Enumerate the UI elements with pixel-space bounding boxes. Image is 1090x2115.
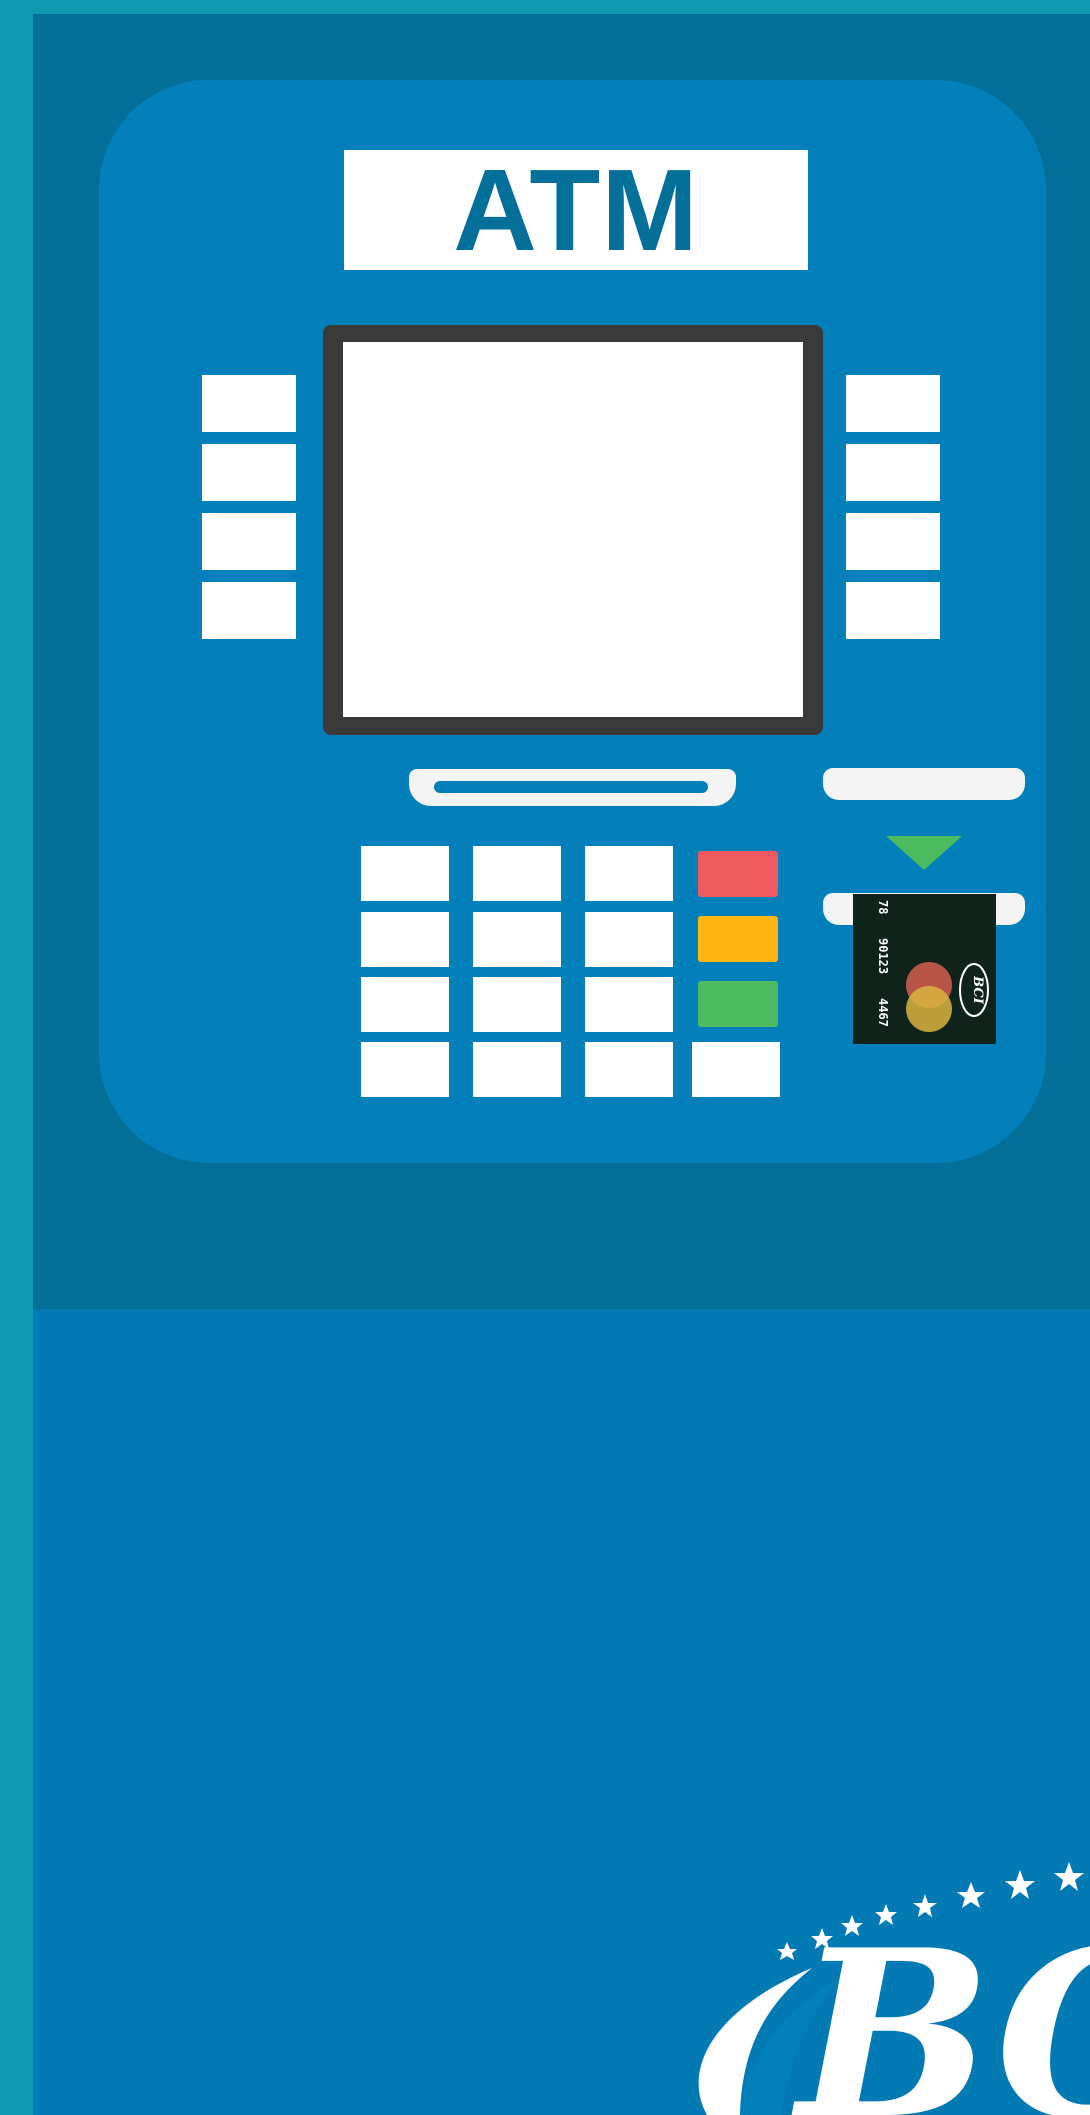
keypad-key[interactable] [585, 977, 673, 1032]
cash-dispenser-slot [823, 768, 1025, 800]
side-button-left-3[interactable] [202, 513, 296, 570]
clear-key[interactable] [698, 916, 778, 962]
mastercard-logo-icon [901, 962, 957, 1032]
atm-sign: ATM [344, 150, 808, 270]
keypad-key[interactable] [585, 846, 673, 901]
keypad-key[interactable] [473, 846, 561, 901]
keypad-key[interactable] [473, 912, 561, 967]
keypad-key[interactable] [473, 1042, 561, 1097]
card-brand-logo: BCI [957, 958, 991, 1022]
arrow-down-icon [886, 836, 962, 870]
enter-key[interactable] [698, 981, 778, 1027]
keypad-key[interactable] [585, 912, 673, 967]
bank-card[interactable]: 78 90123 4467 BCI [853, 894, 996, 1044]
keypad-key[interactable] [473, 977, 561, 1032]
atm-screen[interactable] [343, 342, 803, 717]
side-button-left-2[interactable] [202, 444, 296, 501]
card-number-part: 90123 [876, 938, 890, 975]
atm-sign-label: ATM [453, 145, 699, 275]
side-button-left-4[interactable] [202, 582, 296, 639]
bci-bank-logo: BCI [622, 1860, 1090, 2115]
card-brand-text: BCI [970, 975, 985, 1005]
side-button-right-2[interactable] [846, 444, 940, 501]
side-button-right-4[interactable] [846, 582, 940, 639]
side-button-right-3[interactable] [846, 513, 940, 570]
keypad-key[interactable] [361, 1042, 449, 1097]
receipt-slot-opening [434, 781, 708, 793]
keypad-key[interactable] [585, 1042, 673, 1097]
keypad-key[interactable] [361, 846, 449, 901]
keypad-key[interactable] [361, 977, 449, 1032]
logo-text: BCI [791, 1900, 1090, 2115]
card-number-part: 4467 [876, 998, 890, 1027]
blank-key[interactable] [692, 1042, 780, 1097]
side-button-left-1[interactable] [202, 375, 296, 432]
cancel-key[interactable] [698, 851, 778, 897]
keypad-key[interactable] [361, 912, 449, 967]
card-number-part: 78 [876, 900, 890, 915]
side-button-right-1[interactable] [846, 375, 940, 432]
